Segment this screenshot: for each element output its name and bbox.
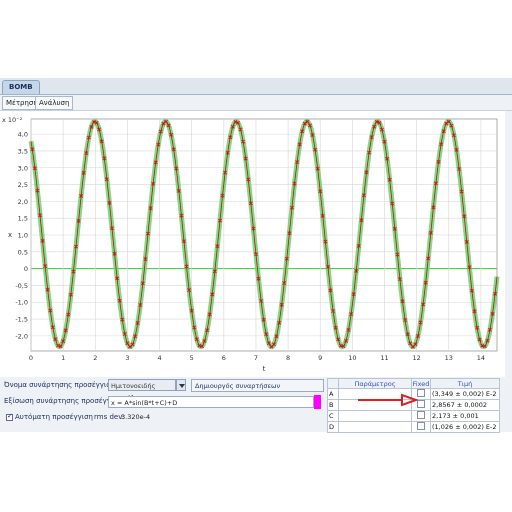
- param-name: C: [327, 410, 339, 422]
- tab-strip: BOMB: [0, 78, 512, 95]
- plot-area[interactable]: 4,0 3,5 3,0 2,5 2,0 1,5 1,0 0,5 0 -0,5 -1,0 -1,5 -2,…: [0, 111, 505, 377]
- param-name: B: [327, 399, 339, 411]
- x-axis-label: t: [263, 365, 266, 373]
- annotation-arrow: [358, 393, 418, 407]
- y-tick-label: 3,0: [18, 164, 28, 172]
- param-name: D: [327, 421, 339, 433]
- x-tick-label: 8: [286, 354, 290, 362]
- col-parameter: Παράμετρος: [338, 378, 412, 389]
- y-tick-label: 0: [24, 265, 28, 273]
- x-tick-label: 7: [254, 354, 258, 362]
- x-tick-label: 14: [477, 354, 485, 362]
- x-tick-label: 0: [29, 354, 33, 362]
- application-window: BOMB Μέτρηση Ανάλυση 4,0 3,5 3,0 2,5 2,0 1,5 1…: [0, 78, 512, 433]
- tab-analysis[interactable]: Ανάλυση: [35, 96, 74, 110]
- y-tick-label: 4,0: [18, 131, 28, 139]
- tab-bomb[interactable]: BOMB: [2, 80, 40, 94]
- y-tick-label: 3,5: [18, 147, 28, 155]
- y-tick-label: -2,0: [15, 332, 28, 340]
- x-tick-label: 6: [222, 354, 226, 362]
- fixed-checkbox[interactable]: [417, 422, 425, 430]
- x-tick-label: 9: [318, 354, 322, 362]
- color-swatch-button[interactable]: [314, 395, 321, 409]
- chevron-down-icon[interactable]: [176, 379, 186, 391]
- fn-name-label: Όνομα συνάρτησης προσέγγισης:: [4, 381, 122, 389]
- chart-svg: 4,0 3,5 3,0 2,5 2,0 1,5 1,0 0,5 0 -0,5 -1,0 -1,5 -2,…: [2, 116, 500, 373]
- equation-input[interactable]: x = A*sin(B*t+C)+D: [108, 396, 314, 408]
- y-tick-label: 0,5: [18, 248, 28, 256]
- x-tick-label: 4: [157, 354, 161, 362]
- create-fn-button[interactable]: Δημιουργός συναρτήσεων προσέγγισης...: [191, 379, 324, 403]
- table-row[interactable]: C 2,173 ± 0,001: [327, 410, 500, 422]
- params-header-row: Παράμετρος Fixed Τιμή: [327, 378, 500, 389]
- auto-fit-checkbox[interactable]: [6, 412, 13, 421]
- auto-fit-label: Αυτόματη προσέγγιση: [15, 413, 93, 421]
- sub-tab-bar: Μέτρηση Ανάλυση: [0, 95, 512, 111]
- y-exponent-label: x 10⁻²: [2, 116, 23, 124]
- x-tick-label: 12: [413, 354, 421, 362]
- rms-value: 3.320e-4: [121, 413, 151, 421]
- param-value[interactable]: (3,349 ± 0,002) E-2: [430, 388, 500, 400]
- fit-panel: Όνομα συνάρτησης προσέγγισης: Ημιτονοειδ…: [0, 378, 512, 433]
- y-tick-label: -1,5: [15, 316, 28, 324]
- y-axis-label: x: [8, 231, 12, 239]
- x-tick-label: 5: [190, 354, 194, 362]
- fixed-checkbox[interactable]: [417, 411, 425, 419]
- x-tick-label: 1: [61, 354, 65, 362]
- param-value[interactable]: 2,8567 ± 0,0002: [430, 399, 500, 411]
- x-tick-label: 13: [445, 354, 453, 362]
- fn-name-select[interactable]: Ημιτονοειδής καμπύλη: [108, 379, 176, 402]
- param-value[interactable]: 2,173 ± 0,001: [430, 410, 500, 422]
- x-tick-label: 2: [93, 354, 97, 362]
- col-value: Τιμή: [430, 378, 500, 389]
- table-row[interactable]: D (1,026 ± 0,002) E-2: [327, 421, 500, 433]
- fixed-checkbox[interactable]: [417, 400, 425, 408]
- y-tick-label: 2,0: [18, 198, 28, 206]
- y-tick-label: 1,0: [18, 232, 28, 240]
- y-tick-label: -0,5: [15, 282, 28, 290]
- y-tick-label: -1,0: [15, 299, 28, 307]
- y-tick-label: 1,5: [18, 215, 28, 223]
- x-tick-label: 11: [380, 354, 388, 362]
- fixed-checkbox[interactable]: [417, 389, 425, 397]
- param-value[interactable]: (1,026 ± 0,002) E-2: [430, 421, 500, 433]
- y-tick-label: 2,5: [18, 181, 28, 189]
- x-tick-label: 10: [348, 354, 356, 362]
- col-fixed: Fixed: [411, 378, 431, 389]
- x-tick-label: 3: [125, 354, 129, 362]
- param-name: A: [327, 388, 339, 400]
